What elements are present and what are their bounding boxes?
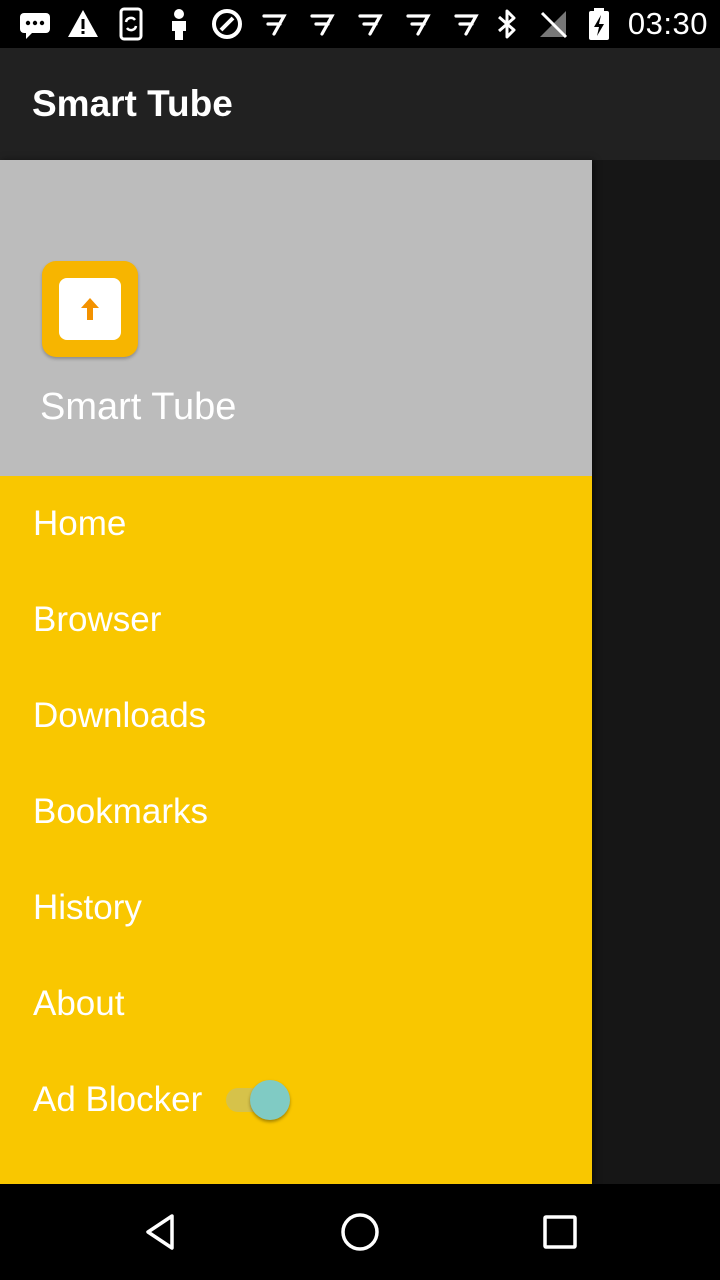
recents-icon[interactable] bbox=[520, 1192, 600, 1272]
drawer-item-about[interactable]: About bbox=[0, 956, 592, 1052]
drawer-item-downloads[interactable]: Downloads bbox=[0, 668, 592, 764]
back-icon[interactable] bbox=[120, 1192, 200, 1272]
warning-icon bbox=[66, 7, 100, 41]
person-icon bbox=[162, 7, 196, 41]
home-icon[interactable] bbox=[320, 1192, 400, 1272]
drawer-item-label: Home bbox=[33, 504, 127, 543]
drawer-item-label: Ad Blocker bbox=[33, 1080, 203, 1119]
drawer-item-ad-blocker[interactable]: Ad Blocker bbox=[0, 1052, 592, 1148]
drawer-menu: Home Browser Downloads Bookmarks History… bbox=[0, 476, 592, 1148]
drawer-item-label: About bbox=[33, 984, 125, 1023]
notification-7-icon bbox=[306, 7, 340, 41]
navigation-drawer: Smart Tube Home Browser Downloads Bookma… bbox=[0, 160, 592, 1184]
drawer-header: Smart Tube bbox=[0, 160, 592, 476]
phone-sync-icon bbox=[114, 7, 148, 41]
status-clock: 03:30 bbox=[627, 6, 708, 41]
blocked-icon bbox=[210, 7, 244, 41]
status-right-icons: 03:30 bbox=[490, 6, 708, 42]
status-bar: 03:30 bbox=[0, 0, 720, 48]
app-bar: Smart Tube bbox=[0, 48, 720, 160]
status-left-icons bbox=[18, 7, 484, 41]
drawer-item-label: Browser bbox=[33, 600, 162, 639]
battery-charging-icon bbox=[582, 7, 616, 41]
smart-tube-logo-icon bbox=[42, 261, 138, 357]
notification-7-icon bbox=[402, 7, 436, 41]
notification-7-icon bbox=[258, 7, 292, 41]
drawer-item-history[interactable]: History bbox=[0, 860, 592, 956]
drawer-item-browser[interactable]: Browser bbox=[0, 572, 592, 668]
notification-7-icon bbox=[450, 7, 484, 41]
system-navigation-bar bbox=[0, 1184, 720, 1280]
drawer-app-name: Smart Tube bbox=[40, 386, 237, 428]
message-icon bbox=[18, 7, 52, 41]
drawer-item-home[interactable]: Home bbox=[0, 476, 592, 572]
drawer-item-label: History bbox=[33, 888, 142, 927]
no-signal-icon bbox=[536, 7, 570, 41]
app-bar-title: Smart Tube bbox=[32, 83, 233, 124]
notification-7-icon bbox=[354, 7, 388, 41]
drawer-item-label: Downloads bbox=[33, 696, 207, 735]
bluetooth-icon bbox=[490, 7, 524, 41]
drawer-item-bookmarks[interactable]: Bookmarks bbox=[0, 764, 592, 860]
drawer-item-label: Bookmarks bbox=[33, 792, 209, 831]
ad-blocker-toggle[interactable] bbox=[224, 1080, 296, 1120]
toggle-thumb bbox=[250, 1080, 291, 1120]
